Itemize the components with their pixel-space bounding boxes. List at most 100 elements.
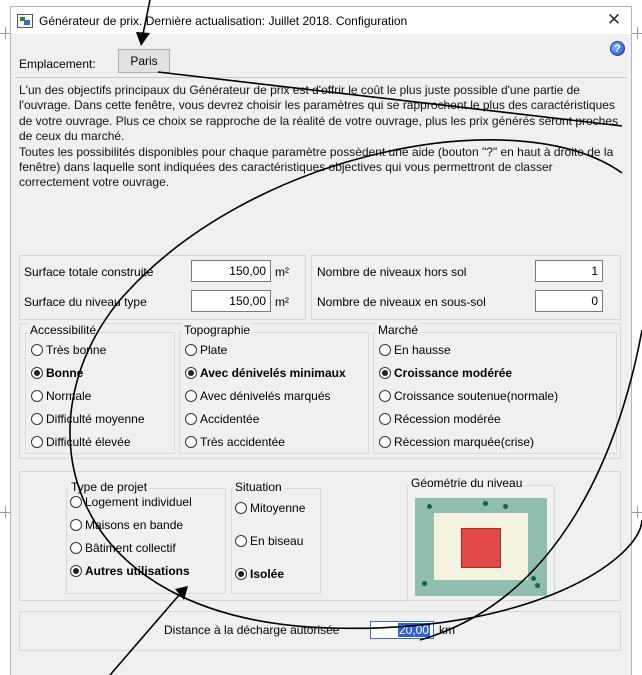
radio-circle-icon [235,502,247,514]
page-tick [5,27,6,39]
radio-circle-icon [31,436,43,448]
radio-accessibilite[interactable]: Bonne [31,366,83,380]
radio-label: Croissance soutenue(normale) [394,389,559,403]
radio-label: Très bonne [46,343,107,357]
geometry-plan[interactable] [415,498,547,596]
radio-label: Accidentée [200,412,260,426]
surface-total-unit: m² [275,265,289,279]
building-footprint [461,528,501,568]
radio-circle-icon [185,413,197,425]
radio-label: Difficulté moyenne [46,412,145,426]
radio-circle-icon [70,496,82,508]
radio-circle-icon [70,542,82,554]
surface-total-label: Surface totale construite [24,265,154,279]
radio-circle-icon [379,390,391,402]
radio-label: Bonne [46,366,84,380]
surface-total-input[interactable]: 150,00 [191,260,271,282]
levels-above-label: Nombre de niveaux hors sol [317,265,467,279]
radio-topographie[interactable]: Avec dénivelés minimaux [185,366,346,380]
location-label: Emplacement: [19,57,96,71]
app-icon [17,13,33,28]
radio-topographie[interactable]: Accidentée [185,412,259,426]
radio-label: Normale [46,389,92,403]
tree-marker [422,581,427,586]
window-title: Générateur de prix. Dernière actualisati… [39,13,408,28]
radio-circle-icon [31,413,43,425]
page-tick [5,506,6,518]
radio-accessibilite[interactable]: Normale [31,389,91,403]
radio-circle-icon [185,436,197,448]
radio-label: En hausse [394,343,451,357]
radio-label: En biseau [250,534,304,548]
radio-marche[interactable]: En hausse [379,343,451,357]
radio-type-projet[interactable]: Logement individuel [70,495,192,509]
radio-topographie[interactable]: Très accidentée [185,435,285,449]
accessibilite-title: Accessibilité [28,323,99,337]
radio-topographie[interactable]: Avec dénivelés marqués [185,389,331,403]
radio-label: Logement individuel [85,495,192,509]
radio-label: Maisons en bande [85,518,184,532]
radio-accessibilite[interactable]: Difficulté élevée [31,435,131,449]
surface-type-label: Surface du niveau type [24,295,147,309]
radio-accessibilite[interactable]: Difficulté moyenne [31,412,145,426]
radio-circle-icon [235,535,247,547]
radio-topographie[interactable]: Plate [185,343,227,357]
radio-circle-icon [379,344,391,356]
marche-title: Marché [376,323,421,337]
radio-label: Récession marquée(crise) [394,435,535,449]
radio-label: Isolée [250,567,285,581]
radio-label: Croissance modérée [394,366,513,380]
geometry-title: Géométrie du niveau [409,476,525,490]
levels-below-label: Nombre de niveaux en sous-sol [317,295,486,309]
radio-circle-icon [31,344,43,356]
page-tick [637,27,638,39]
radio-type-projet[interactable]: Maisons en bande [70,518,183,532]
tree-marker [531,576,536,581]
radio-situation[interactable]: Isolée [235,567,284,581]
radio-marche[interactable]: Croissance soutenue(normale) [379,389,558,403]
radio-label: Récession modérée [394,412,501,426]
distance-label: Distance à la décharge autorisée [164,623,340,637]
radio-situation[interactable]: Mitoyenne [235,501,305,515]
radio-circle-icon [185,344,197,356]
radio-circle-icon [31,390,43,402]
surface-type-unit: m² [275,295,289,309]
radio-type-projet[interactable]: Bâtiment collectif [70,541,176,555]
close-icon[interactable]: ✕ [605,10,623,30]
distance-input[interactable]: 20,00 [370,621,434,639]
radio-label: Plate [200,343,228,357]
levels-below-input[interactable]: 0 [535,290,603,312]
radio-label: Difficulté élevée [46,435,131,449]
radio-circle-icon [70,565,82,577]
surface-type-input[interactable]: 150,00 [191,290,271,312]
location-button[interactable]: Paris [118,49,170,73]
radio-circle-icon [185,390,197,402]
radio-type-projet[interactable]: Autres utilisations [70,564,190,578]
radio-circle-icon [70,519,82,531]
plot-area [434,513,528,580]
situation-title: Situation [233,480,284,494]
radio-circle-icon [235,568,247,580]
radio-label: Mitoyenne [250,501,306,515]
title-bar[interactable]: Générateur de prix. Dernière actualisati… [11,7,631,34]
tree-marker [483,501,488,506]
header-separator [15,77,627,78]
page-tick [637,506,638,518]
tree-marker [427,504,432,509]
help-icon[interactable]: ? [610,41,625,56]
radio-label: Avec dénivelés minimaux [200,366,346,380]
levels-above-input[interactable]: 1 [535,260,603,282]
radio-situation[interactable]: En biseau [235,534,303,548]
configuration-dialog: Générateur de prix. Dernière actualisati… [10,6,632,675]
radio-marche[interactable]: Croissance modérée [379,366,512,380]
radio-label: Bâtiment collectif [85,541,176,555]
tree-marker [503,504,508,509]
description-text: L'un des objectifs principaux du Générat… [19,83,619,191]
radio-circle-icon [379,436,391,448]
radio-label: Avec dénivelés marqués [200,389,331,403]
radio-marche[interactable]: Récession modérée [379,412,501,426]
radio-accessibilite[interactable]: Très bonne [31,343,106,357]
distance-unit: km [439,623,455,637]
radio-marche[interactable]: Récession marquée(crise) [379,435,534,449]
type-projet-title: Type de projet [69,480,150,494]
